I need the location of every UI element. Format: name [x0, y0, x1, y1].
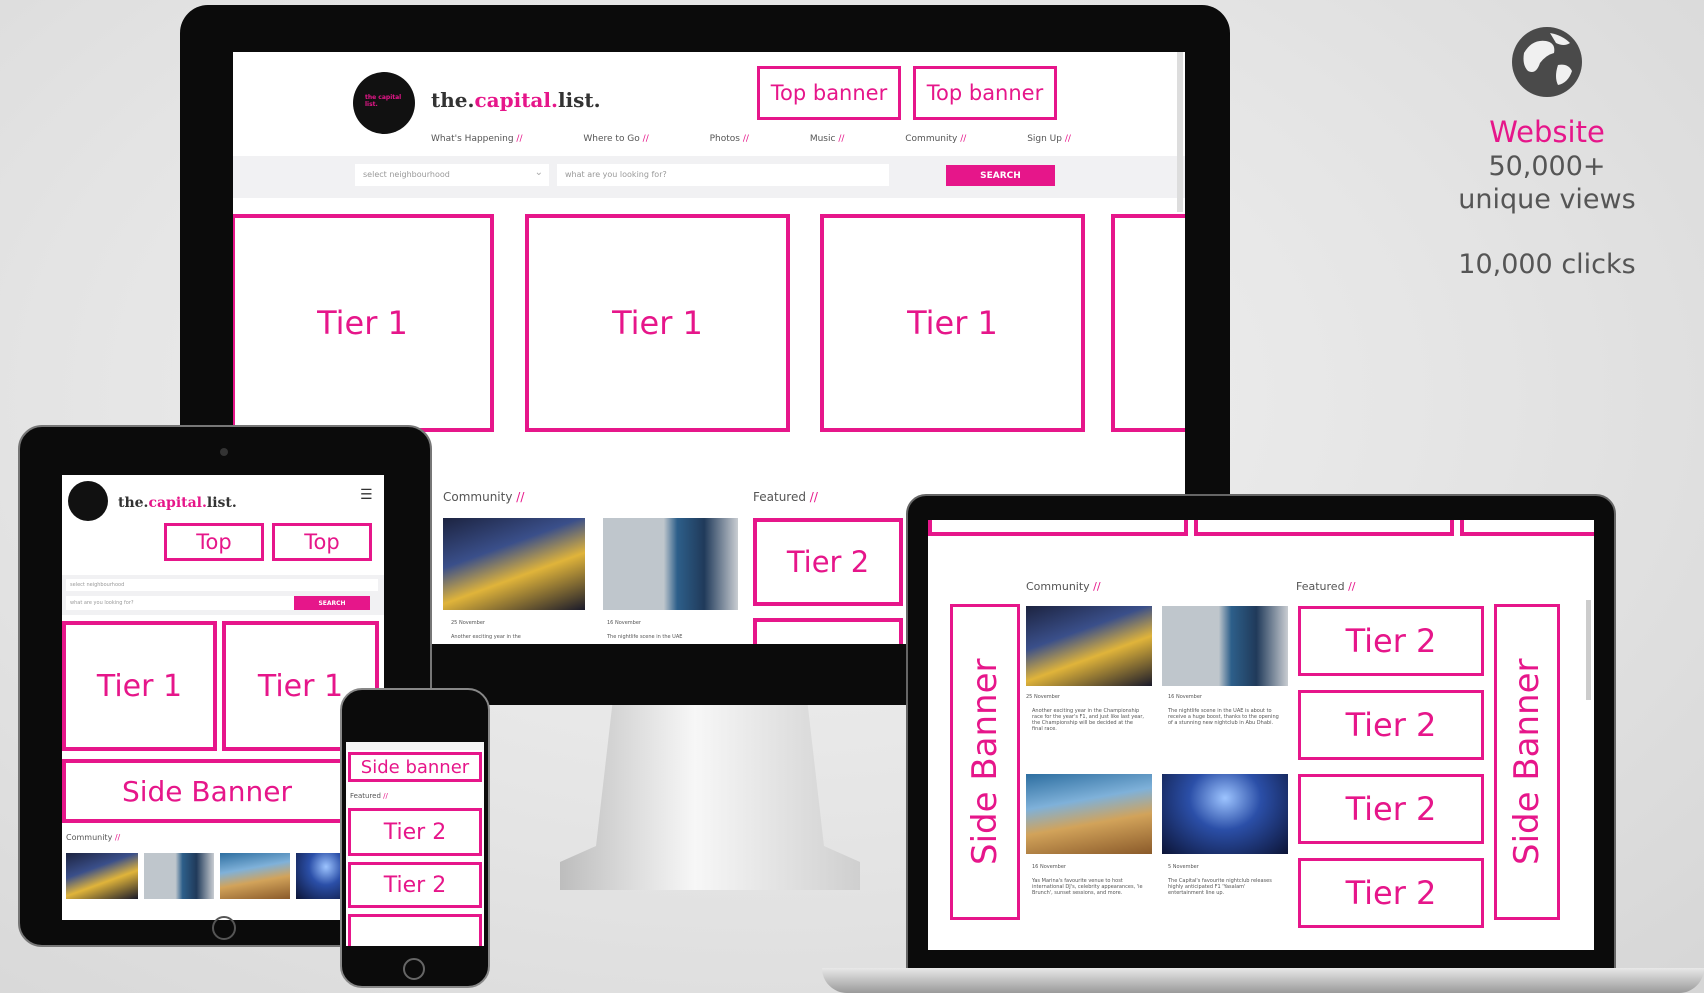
tablet-logo-badge-icon [68, 481, 108, 521]
laptop-featured-heading: Featured // [1296, 580, 1356, 593]
tablet-article-image[interactable] [144, 853, 214, 899]
stat-views-label: unique views [1458, 184, 1636, 215]
nav-photos[interactable]: Photos // [710, 134, 749, 148]
article-date: 16 November [607, 620, 641, 626]
phone-side-banner[interactable]: Side banner [348, 752, 482, 782]
tablet-home-button[interactable] [212, 916, 236, 940]
article-teaser: The nightlife scene in the UAE [607, 634, 683, 640]
tier1-slot-3[interactable]: Tier 1 [820, 214, 1085, 432]
stats-panel: Website 50,000+ unique views 10,000 clic… [1390, 25, 1704, 305]
stat-clicks: 10,000 clicks [1458, 249, 1636, 280]
nav-sign-up[interactable]: Sign Up // [1027, 134, 1071, 148]
article-image-f1[interactable] [443, 518, 585, 610]
laptop-article-date: 16 November [1168, 694, 1202, 700]
phone-tier2-slot-3[interactable] [348, 914, 482, 946]
nav-whats-happening[interactable]: What's Happening // [431, 134, 523, 148]
laptop-article-image[interactable] [1026, 606, 1152, 686]
tablet-side-banner[interactable]: Side Banner [62, 759, 352, 823]
laptop-scrollbar[interactable] [1586, 600, 1591, 700]
laptop-article-text: Yas Marina's favourite venue to host int… [1032, 878, 1143, 896]
laptop-side-banner-right[interactable]: Side Banner [1494, 604, 1560, 920]
tier1-slot-2[interactable]: Tier 1 [525, 214, 790, 432]
laptop-article-date: 16 November [1032, 864, 1066, 870]
tablet-screen: the.capital.list. ☰ Top Top select neigh… [62, 475, 384, 920]
laptop-side-banner-left[interactable]: Side Banner [950, 604, 1020, 920]
stat-label: Website [1489, 115, 1605, 149]
laptop-article-text: Another exciting year in the Championshi… [1032, 708, 1144, 732]
tier2-slot-partial[interactable] [753, 618, 903, 644]
laptop-article-text: The nightlife scene in the UAE is about … [1168, 708, 1279, 726]
article-teaser: Another exciting year in the [451, 634, 521, 640]
tablet-tier1-slot-1[interactable]: Tier 1 [62, 621, 217, 751]
monitor-stand [560, 690, 860, 890]
phone-featured-heading: Featured // [350, 792, 388, 800]
laptop-article-date: 25 November [1026, 694, 1060, 700]
scrollbar[interactable] [1177, 52, 1183, 212]
tier2-slot[interactable]: Tier 2 [753, 518, 903, 606]
laptop-base [822, 968, 1704, 993]
top-banner-2[interactable]: Top banner [913, 66, 1057, 120]
top-banner-1[interactable]: Top banner [757, 66, 901, 120]
laptop-article-text: The Capital's favourite nightclub releas… [1168, 878, 1272, 896]
phone-home-button[interactable] [403, 958, 425, 980]
tablet-top-banner-2[interactable]: Top [272, 523, 372, 561]
stat-views-value: 50,000+ [1488, 151, 1606, 182]
tablet-article-image[interactable] [220, 853, 290, 899]
search-input[interactable]: what are you looking for? [557, 164, 889, 186]
phone-tier2-slot-1[interactable]: Tier 2 [348, 808, 482, 856]
community-heading: Community // [443, 490, 525, 504]
laptop-article-date: 5 November [1168, 864, 1199, 870]
laptop-article-image[interactable] [1162, 606, 1288, 686]
tablet-camera [220, 448, 228, 456]
laptop-tier2-slot-3[interactable]: Tier 2 [1298, 774, 1484, 844]
neighbourhood-select[interactable]: select neighbourhood ⌄ [355, 164, 549, 186]
tablet-search-button[interactable]: SEARCH [294, 596, 370, 610]
laptop-tier2-slot-2[interactable]: Tier 2 [1298, 690, 1484, 760]
laptop-tier1-strip-2[interactable] [1194, 520, 1454, 536]
phone-screen: Side banner Featured // Tier 2 Tier 2 [346, 742, 484, 946]
desktop-logo[interactable]: the capital list. the.capital.list. [353, 62, 603, 142]
tablet-community-heading: Community // [66, 833, 121, 842]
article-date: 25 November [451, 620, 485, 626]
laptop-tier1-strip-1[interactable] [928, 520, 1188, 536]
logo-wordmark: the.capital.list. [431, 88, 601, 112]
tablet-top-banner-1[interactable]: Top [164, 523, 264, 561]
tier1-slot-4[interactable] [1111, 214, 1185, 432]
desktop-nav: What's Happening // Where to Go // Photo… [431, 134, 1071, 148]
nav-community[interactable]: Community // [905, 134, 966, 148]
chevron-down-icon: ⌄ [534, 167, 543, 178]
tablet-search-input[interactable]: what are you looking for? [66, 596, 294, 610]
search-button[interactable]: SEARCH [946, 165, 1055, 186]
laptop-tier1-strip-3[interactable] [1460, 520, 1594, 536]
hamburger-menu-icon[interactable]: ☰ [360, 487, 373, 503]
laptop-article-image[interactable] [1026, 774, 1152, 854]
featured-heading: Featured // [753, 490, 818, 504]
nav-where-to-go[interactable]: Where to Go // [583, 134, 648, 148]
tier1-slot-1[interactable]: Tier 1 [233, 214, 494, 432]
laptop-tier2-slot-4[interactable]: Tier 2 [1298, 858, 1484, 928]
tablet-neighbourhood-select[interactable]: select neighbourhood [66, 579, 378, 591]
phone-tier2-slot-2[interactable]: Tier 2 [348, 862, 482, 908]
laptop-screen: Side Banner Side Banner Community // Fea… [928, 520, 1594, 950]
laptop-community-heading: Community // [1026, 580, 1101, 593]
article-image-artist[interactable] [603, 518, 738, 610]
nav-music[interactable]: Music // [810, 134, 845, 148]
tablet-article-image[interactable] [66, 853, 138, 899]
laptop-article-image[interactable] [1162, 774, 1288, 854]
globe-icon [1510, 25, 1584, 99]
phone-header-bar [346, 742, 484, 750]
logo-badge-text: the capital list. [365, 94, 402, 108]
tablet-logo-wordmark[interactable]: the.capital.list. [118, 495, 237, 511]
laptop-tier2-slot-1[interactable]: Tier 2 [1298, 606, 1484, 676]
